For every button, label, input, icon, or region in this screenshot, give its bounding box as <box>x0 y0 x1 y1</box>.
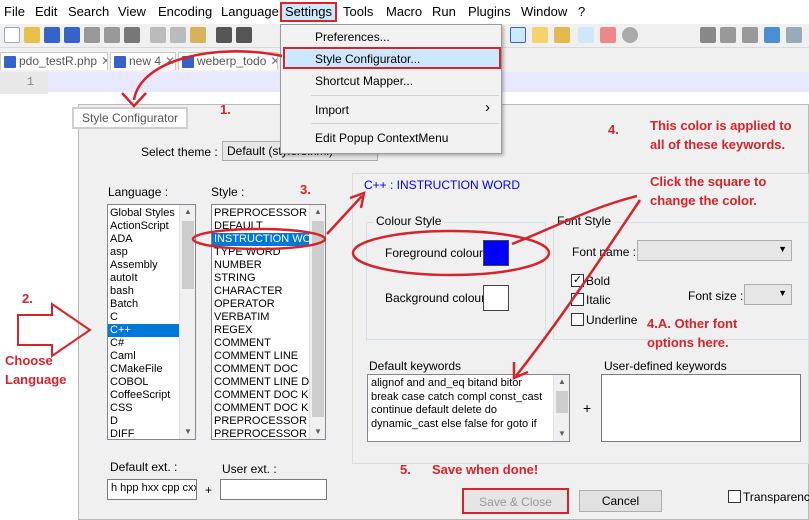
foreground-ring <box>351 229 551 277</box>
annotation-step-2: 2. <box>22 291 33 306</box>
annotation-step-3: 3. <box>300 182 311 197</box>
arrow-to-style-heading <box>326 195 363 235</box>
annotation-other-font: 4.A. Other font options here. <box>647 314 737 352</box>
annotation-choose-language: Choose Language <box>5 351 66 389</box>
annotation-line: Click the square to <box>650 174 767 189</box>
annotation-line: change the color. <box>650 193 757 208</box>
annotation-line: This color is applied to <box>650 118 792 133</box>
arrow-to-keywords <box>515 199 642 377</box>
annotation-arrows <box>17 50 642 380</box>
annotation-save-done: Save when done! <box>432 462 539 477</box>
annotation-click-square: Click the square to change the color. <box>650 172 766 210</box>
arrow-to-swatch <box>511 194 638 246</box>
annotation-line: all of these keywords. <box>650 137 786 152</box>
annotation-color-applied: This color is applied to all of these ke… <box>650 116 792 154</box>
annotation-step-5: 5. <box>400 462 411 477</box>
annotation-step-4: 4. <box>608 122 619 137</box>
arrow-to-style-configurator <box>132 50 283 101</box>
language-arrow <box>17 302 92 358</box>
annotation-line: 4.A. Other font <box>647 316 738 331</box>
annotation-line: Choose <box>5 353 53 368</box>
annotation-line: options here. <box>647 335 729 350</box>
annotation-line: Language <box>5 372 67 387</box>
annotation-step-1: 1. <box>220 102 231 117</box>
style-selection-ring <box>191 227 327 251</box>
